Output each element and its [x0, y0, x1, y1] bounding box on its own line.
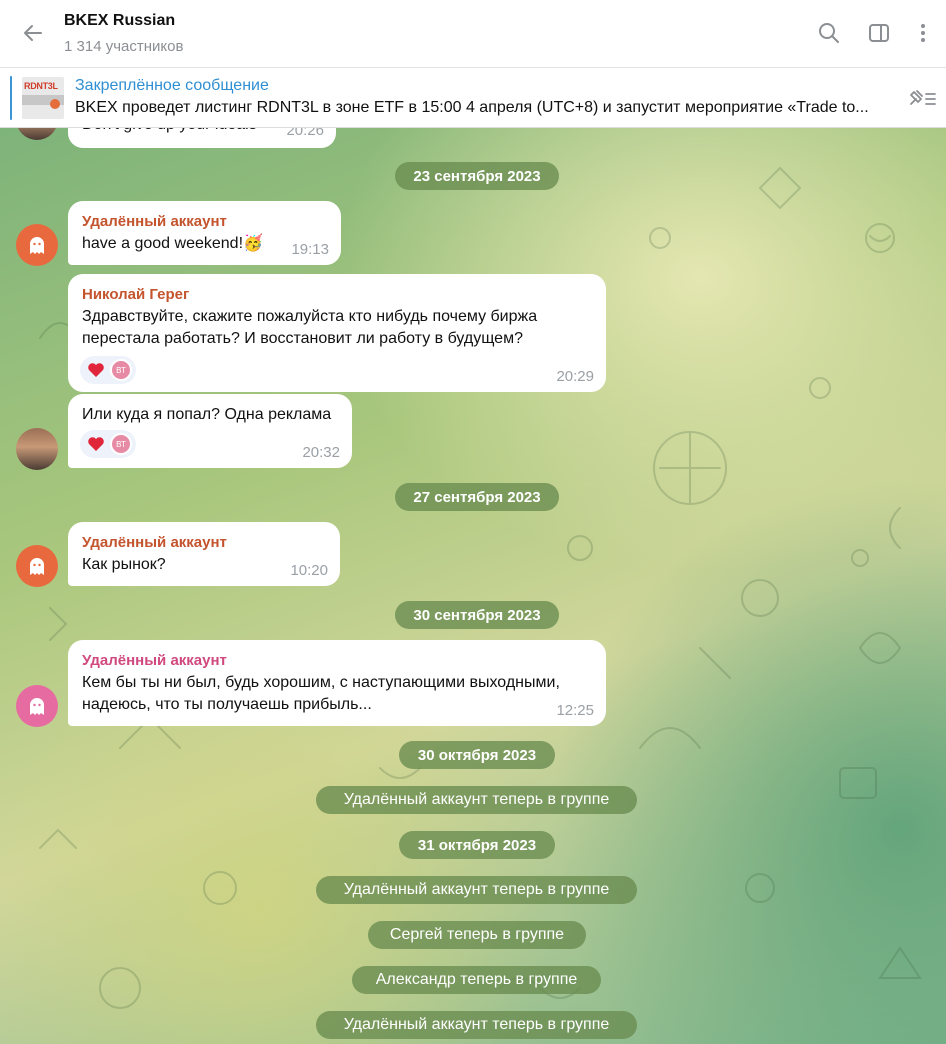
heart-icon [84, 358, 108, 382]
search-icon [819, 23, 839, 43]
arrow-left-icon [24, 25, 42, 41]
sender-name[interactable]: Удалённый аккаунт [82, 534, 227, 551]
back-button[interactable] [14, 14, 52, 52]
sender-name[interactable]: Удалённый аккаунт [82, 213, 227, 230]
pinned-thumbnail: RDNT3L [22, 77, 64, 119]
reaction-avatar: ВТ [110, 359, 132, 381]
service-message: Александр теперь в группе [352, 966, 601, 994]
message-text-line: перестала работать? И восстановит ли раб… [82, 330, 523, 347]
sidebar-toggle-button[interactable] [862, 16, 896, 50]
date-separator: 30 октября 2023 [399, 741, 555, 769]
service-message: Удалённый аккаунт теперь в группе [316, 876, 637, 904]
avatar[interactable] [16, 685, 58, 727]
pinned-indicator [10, 76, 12, 120]
message-text: Don't give up your ideals [82, 128, 257, 136]
ghost-icon [30, 698, 44, 715]
sender-name[interactable]: Удалённый аккаунт [82, 652, 227, 669]
chat-area[interactable]: Don't give up your ideals 20:26 23 сентя… [0, 128, 946, 1044]
message-text: Или куда я попал? Одна реклама [82, 406, 332, 423]
pinned-title: Закреплённое сообщение [75, 77, 269, 94]
pinned-message-bar[interactable]: RDNT3L Закреплённое сообщение BKEX прове… [0, 68, 946, 128]
heart-reaction[interactable]: ВТ [80, 430, 136, 458]
background-doodles [39, 166, 922, 1009]
reaction-avatar: ВТ [110, 433, 132, 455]
avatar[interactable] [16, 545, 58, 587]
message-bubble: Удалённый аккаунт have a good weekend!🥳 … [68, 201, 341, 265]
chat-title[interactable]: BKEX Russian [64, 12, 175, 30]
member-count: 1 314 участников [64, 38, 184, 55]
message-bubble: Удалённый аккаунт Кем бы ты ни был, будь… [68, 640, 606, 726]
ghost-icon [30, 237, 44, 254]
date-separator: 23 сентября 2023 [395, 162, 559, 190]
message-bubble: Don't give up your ideals 20:26 [68, 128, 336, 148]
message-bubble: Удалённый аккаунт Как рынок? 10:20 [68, 522, 340, 586]
message-text: Как рынок? [82, 556, 166, 573]
avatar[interactable] [16, 428, 58, 470]
sender-name[interactable]: Николай Герег [82, 286, 189, 303]
ghost-icon [30, 558, 44, 575]
more-vertical-icon [921, 24, 925, 42]
message-text-line: Здравствуйте, скажите пожалуйста кто ниб… [82, 308, 538, 325]
message-bubble: Или куда я попал? Одна реклама ВТ 20:32 [68, 394, 352, 468]
message-time: 20:26 [286, 128, 324, 139]
heart-icon [84, 432, 108, 456]
pinned-text: BKEX проведет листинг RDNT3L в зоне ETF … [75, 99, 869, 116]
pinned-list-button[interactable] [902, 82, 940, 114]
message-time: 12:25 [556, 702, 594, 719]
avatar[interactable] [16, 224, 58, 266]
message-bubble: Николай Герег Здравствуйте, скажите пожа… [68, 274, 606, 392]
reactions: ВТ [80, 430, 136, 458]
search-button[interactable] [812, 16, 846, 50]
message-time: 19:13 [291, 241, 329, 258]
pinned-list-icon [910, 90, 936, 105]
service-message: Удалённый аккаунт теперь в группе [316, 1011, 637, 1039]
service-message: Сергей теперь в группе [368, 921, 586, 949]
message-time: 20:29 [556, 368, 594, 385]
message-text-line: надеюсь, что ты получаешь прибыль... [82, 696, 372, 713]
service-message: Удалённый аккаунт теперь в группе [316, 786, 637, 814]
message-text-line: Кем бы ты ни был, будь хорошим, с наступ… [82, 674, 560, 691]
date-separator: 30 сентября 2023 [395, 601, 559, 629]
more-menu-button[interactable] [906, 16, 940, 50]
chat-header: BKEX Russian 1 314 участников [0, 0, 946, 68]
heart-reaction[interactable]: ВТ [80, 356, 136, 384]
message-text: have a good weekend!🥳 [82, 235, 263, 252]
sidebar-toggle-icon [869, 24, 889, 42]
date-separator: 31 октября 2023 [399, 831, 555, 859]
message-time: 10:20 [290, 562, 328, 579]
date-separator: 27 сентября 2023 [395, 483, 559, 511]
pinned-thumbnail-logo: RDNT3L [24, 81, 58, 91]
reactions: ВТ [80, 356, 136, 384]
message-time: 20:32 [302, 444, 340, 461]
